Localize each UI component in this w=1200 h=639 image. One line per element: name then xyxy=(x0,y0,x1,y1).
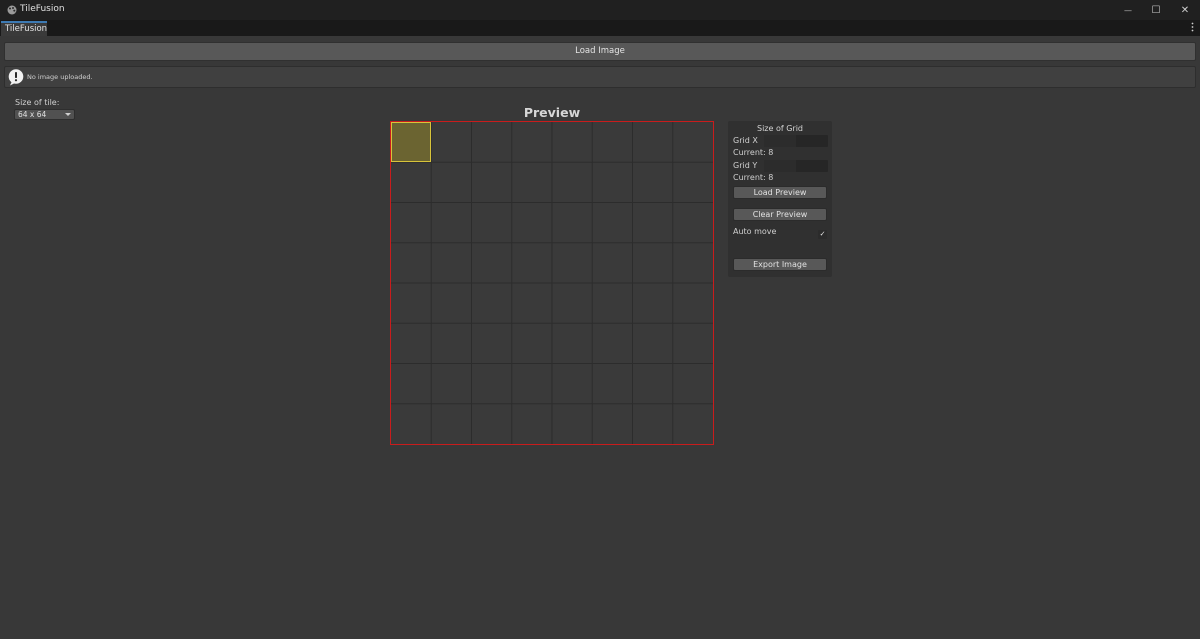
grid-y-label: Grid Y xyxy=(733,161,758,170)
grid-lines xyxy=(391,122,713,444)
preview-grid[interactable] xyxy=(390,121,714,445)
tab-tilefusion[interactable]: TileFusion xyxy=(1,21,47,36)
load-preview-button[interactable]: Load Preview xyxy=(733,186,827,199)
tab-strip: TileFusion xyxy=(0,20,1200,36)
window-title: TileFusion xyxy=(20,4,65,14)
kebab-menu-icon[interactable] xyxy=(1191,22,1194,32)
grid-x-current: Current: 8 xyxy=(733,148,774,157)
clear-preview-button[interactable]: Clear Preview xyxy=(733,208,827,221)
grid-x-slider[interactable] xyxy=(764,135,828,147)
grid-x-label: Grid X xyxy=(733,136,758,145)
close-button[interactable]: ✕ xyxy=(1170,0,1200,20)
preview-title: Preview xyxy=(523,105,581,120)
auto-move-checkbox[interactable]: ✓ xyxy=(818,230,827,239)
auto-move-label: Auto move xyxy=(733,227,777,236)
load-image-button[interactable]: Load Image xyxy=(4,42,1196,61)
minimize-icon: — xyxy=(1124,5,1132,15)
grid-x-slider-fill xyxy=(764,135,796,147)
maximize-button[interactable]: ☐ xyxy=(1141,0,1171,20)
minimize-button[interactable]: — xyxy=(1113,0,1143,20)
close-icon: ✕ xyxy=(1180,4,1190,16)
grid-y-current: Current: 8 xyxy=(733,173,774,182)
chevron-down-icon xyxy=(65,113,71,116)
grid-y-slider-fill xyxy=(764,160,796,172)
help-message: No image uploaded. xyxy=(27,73,93,81)
tile-size-value: 64 x 64 xyxy=(18,110,47,119)
tile-size-label: Size of tile: xyxy=(15,98,60,107)
window-titlebar[interactable]: TileFusion — ☐ ✕ xyxy=(0,0,1200,20)
help-box: No image uploaded. xyxy=(4,66,1196,88)
selected-tile[interactable] xyxy=(391,122,431,162)
palette-icon xyxy=(7,5,17,15)
maximize-icon: ☐ xyxy=(1151,4,1161,16)
panel-title: Size of Grid xyxy=(756,124,803,133)
tile-size-dropdown[interactable]: 64 x 64 xyxy=(14,109,75,120)
export-image-button[interactable]: Export Image xyxy=(733,258,827,271)
grid-settings-panel: Size of Grid Grid X Current: 8 Grid Y Cu… xyxy=(728,121,832,277)
info-speech-icon xyxy=(8,69,24,86)
checkmark-icon: ✓ xyxy=(819,230,826,238)
grid-y-slider[interactable] xyxy=(764,160,828,172)
